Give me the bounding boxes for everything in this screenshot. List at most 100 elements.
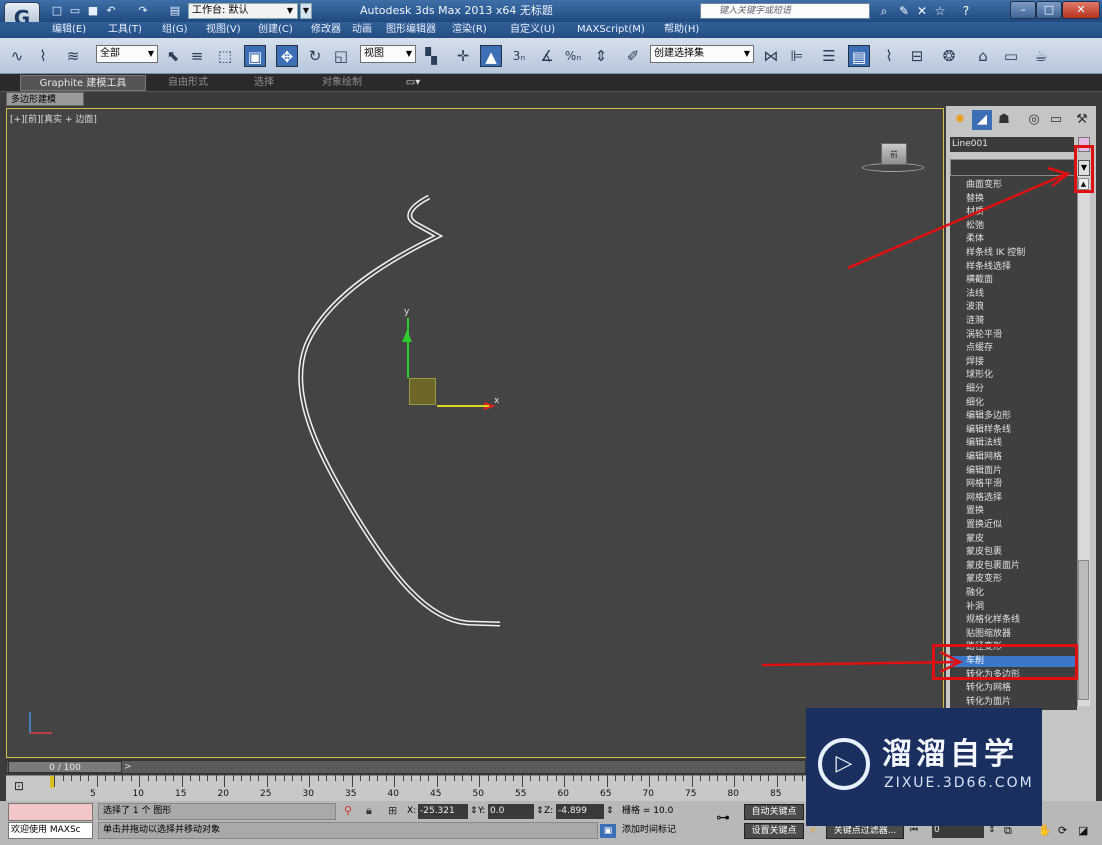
- track-label: 45: [430, 789, 442, 799]
- track-tick: [198, 775, 200, 781]
- track-tick: [802, 775, 803, 781]
- absolute-mode-icon[interactable]: ⊞: [388, 804, 397, 817]
- track-tick: [606, 775, 608, 787]
- track-tick: [462, 775, 463, 781]
- track-tick: [717, 775, 718, 781]
- track-tick: [632, 775, 633, 781]
- track-tick: [479, 775, 480, 787]
- track-tick: [589, 775, 591, 781]
- track-tick: [130, 775, 132, 781]
- y-coordinate-field[interactable]: 0.0: [488, 804, 534, 819]
- orbit-icon[interactable]: ⟳: [1058, 824, 1072, 838]
- x-spinner-icon[interactable]: ⇕: [470, 804, 478, 819]
- track-tick: [564, 775, 565, 787]
- track-tick: [139, 775, 140, 787]
- track-tick: [649, 775, 650, 787]
- pan-view-icon[interactable]: ✋: [1038, 824, 1052, 838]
- track-tick: [190, 775, 191, 781]
- z-spinner-icon[interactable]: ⇕: [606, 804, 614, 819]
- track-tick: [224, 775, 225, 787]
- track-tick: [54, 775, 55, 787]
- set-key-icon[interactable]: ⊶: [716, 810, 740, 826]
- track-tick: [428, 775, 429, 781]
- selection-status: 选择了 1 个 图形: [98, 803, 336, 820]
- track-tick: [700, 775, 701, 781]
- track-tick: [326, 775, 327, 781]
- set-key-button[interactable]: 设置关键点: [744, 823, 804, 839]
- track-tick: [181, 775, 183, 787]
- track-label: 35: [345, 789, 357, 799]
- play-logo-icon: ▷: [818, 738, 870, 790]
- isolate-selection-icon[interactable]: ⚲: [344, 804, 352, 817]
- track-tick: [555, 775, 557, 781]
- go-to-start-icon[interactable]: ⏮: [910, 825, 930, 839]
- x-label: X:: [407, 806, 417, 816]
- lock-selection-icon[interactable]: 🔒︎: [366, 804, 372, 818]
- track-tick: [623, 775, 625, 781]
- maximize-viewport-icon[interactable]: ◪: [1078, 824, 1092, 838]
- prompt-line: 单击并拖动以选择并移动对象: [98, 822, 598, 839]
- track-tick: [207, 775, 208, 781]
- track-tick: [547, 775, 548, 781]
- track-tick: [598, 775, 599, 781]
- maxscript-welcome[interactable]: 欢迎使用 MAXSc: [8, 822, 93, 839]
- track-tick: [360, 775, 361, 781]
- track-tick: [521, 775, 523, 787]
- track-tick: [793, 775, 795, 781]
- track-label: 10: [132, 789, 144, 799]
- track-tick: [734, 775, 735, 787]
- track-tick: [572, 775, 574, 781]
- track-tick: [453, 775, 455, 781]
- track-tick: [742, 775, 744, 781]
- track-label: 20: [217, 789, 229, 799]
- z-coordinate-field[interactable]: -4.899: [556, 804, 604, 819]
- track-tick: [487, 775, 489, 781]
- track-tick: [470, 775, 472, 781]
- track-tick: [62, 775, 64, 781]
- track-label: 55: [515, 789, 527, 799]
- annotation-arrow-top: [847, 172, 1067, 270]
- track-tick: [334, 775, 336, 781]
- auto-key-button[interactable]: 自动关键点: [744, 804, 804, 820]
- track-tick: [258, 775, 259, 781]
- track-tick: [615, 775, 616, 781]
- track-tick: [71, 775, 72, 781]
- track-tick: [640, 775, 642, 781]
- watermark-title: 溜溜自学: [882, 737, 1018, 772]
- add-time-tag[interactable]: 添加时间标记: [622, 823, 712, 838]
- track-tick: [402, 775, 404, 781]
- track-tick: [385, 775, 387, 781]
- track-tick: [79, 775, 81, 781]
- track-tick: [173, 775, 174, 781]
- track-tick: [300, 775, 302, 781]
- track-tick: [394, 775, 395, 787]
- track-tick: [283, 775, 285, 781]
- grid-size-readout: 栅格 = 10.0: [622, 806, 674, 816]
- y-spinner-icon[interactable]: ⇕: [536, 804, 544, 819]
- track-tick: [581, 775, 582, 781]
- time-config-icon[interactable]: ⧉: [1004, 824, 1018, 838]
- track-label: 85: [770, 789, 782, 799]
- track-tick: [666, 775, 667, 781]
- track-ruler: 5 10 15 20 25 30 35 40 45 50 55 60 65 70 75 80 85: [6, 775, 820, 801]
- time-tag-icon[interactable]: ▣: [600, 824, 616, 838]
- track-label: 40: [387, 789, 399, 799]
- track-tick: [241, 775, 242, 781]
- track-tick: [377, 775, 378, 781]
- time-next-arrow-icon[interactable]: >: [124, 761, 138, 773]
- annotation-arrow-bottom: [761, 660, 959, 667]
- track-label: 75: [685, 789, 697, 799]
- track-tick: [113, 775, 115, 781]
- track-tick: [249, 775, 251, 781]
- maxscript-listener-input[interactable]: [8, 803, 93, 821]
- track-tick: [683, 775, 684, 781]
- track-tick: [785, 775, 786, 781]
- track-tick: [292, 775, 293, 781]
- track-tick: [513, 775, 514, 781]
- track-tick: [674, 775, 676, 781]
- track-tick: [436, 775, 438, 787]
- time-slider-thumb[interactable]: 0 / 100: [8, 761, 122, 773]
- frame-spinner-icon[interactable]: ⇕: [988, 825, 998, 839]
- track-tick: [657, 775, 659, 781]
- x-coordinate-field[interactable]: -25.321: [418, 804, 468, 819]
